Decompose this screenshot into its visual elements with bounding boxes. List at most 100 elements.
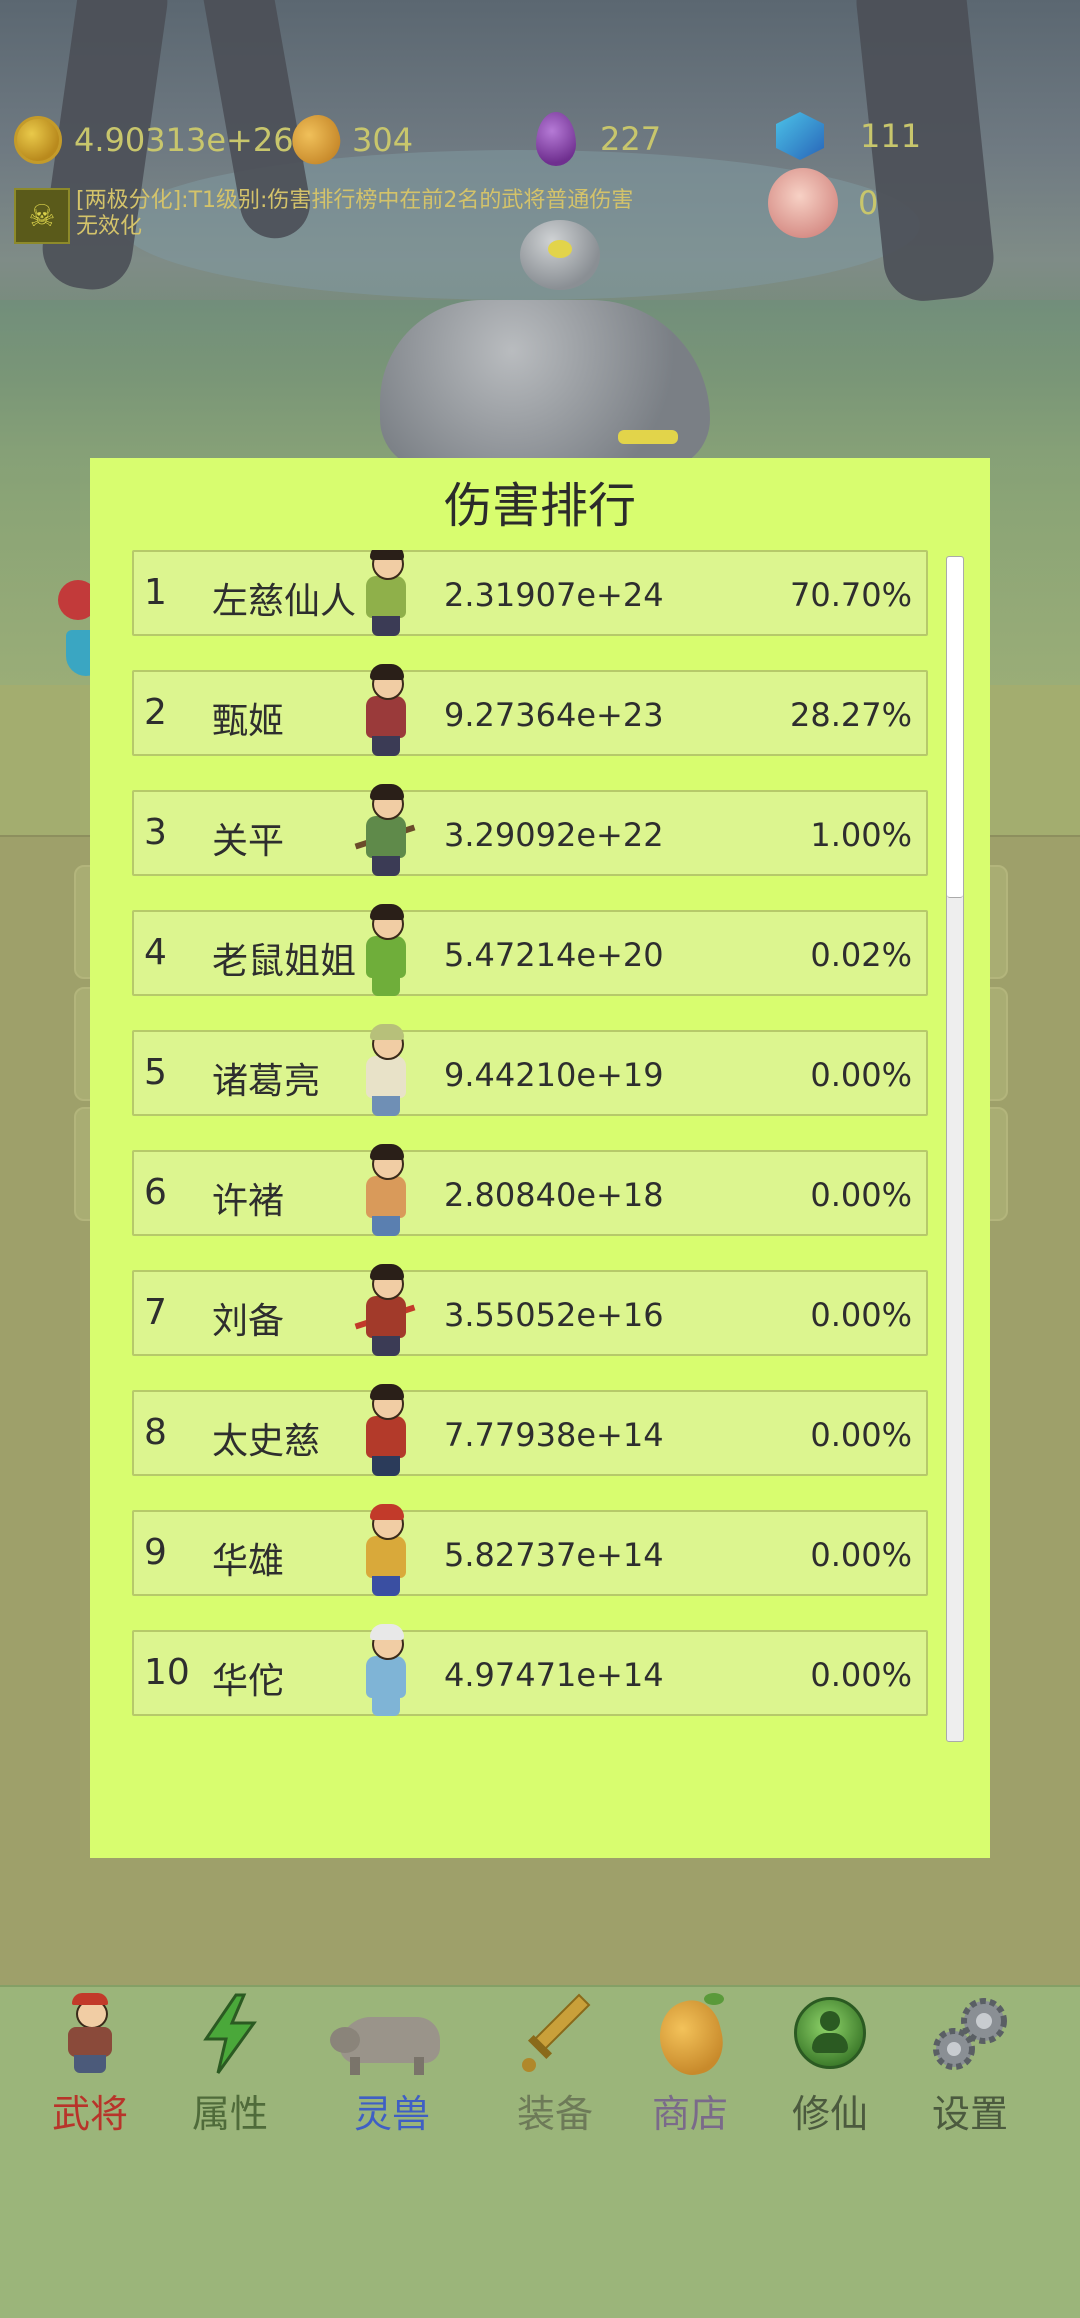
- hero-portrait-icon: [354, 1504, 416, 1600]
- table-row[interactable]: 5 诸葛亮 9.44210e+19 0.00%: [132, 1024, 928, 1116]
- damage-percent: 28.27%: [789, 696, 912, 734]
- peach-value: 0: [858, 184, 879, 222]
- damage-value: 2.31907e+24: [444, 576, 664, 614]
- hero-name: 左慈仙人: [212, 581, 357, 622]
- table-row[interactable]: 2 甄姬 9.27364e+23 28.27%: [132, 664, 928, 756]
- damage-ranking-dialog: 伤害排行 1 左慈仙人 2.31907e+24 70.70% 2 甄姬 9.27…: [90, 458, 990, 1858]
- rank-number: 3: [144, 812, 167, 853]
- tab-spirit-beasts[interactable]: 灵兽: [322, 1987, 462, 2137]
- damage-percent: 1.00%: [810, 816, 912, 854]
- damage-percent: 0.00%: [810, 1656, 912, 1694]
- tab-label: 修仙: [791, 2092, 868, 2136]
- tab-attributes[interactable]: 属性: [160, 1987, 300, 2137]
- buff-notice-text: [两极分化]:T1级别:伤害排行榜中在前2名的武将普通伤害无效化: [76, 188, 634, 239]
- hero-portrait-icon: [354, 1384, 416, 1480]
- buff-icon: ☠: [14, 188, 70, 244]
- buff-notice: ☠ [两极分化]:T1级别:伤害排行榜中在前2名的武将普通伤害无效化: [14, 188, 636, 244]
- rank-number: 2: [144, 692, 167, 733]
- tab-label: 武将: [51, 2092, 128, 2136]
- hero-portrait-icon: [354, 784, 416, 880]
- rank-number: 8: [144, 1412, 167, 1453]
- potion-counter: 227: [536, 112, 661, 166]
- tab-label: 设置: [931, 2092, 1008, 2136]
- rank-number: 7: [144, 1292, 167, 1333]
- gear-icon: [926, 1993, 1016, 2075]
- damage-percent: 0.00%: [810, 1416, 912, 1454]
- damage-percent: 0.00%: [810, 1056, 912, 1094]
- scrollbar[interactable]: [946, 556, 964, 1742]
- hero-name: 太史慈: [212, 1421, 321, 1462]
- damage-value: 3.55052e+16: [444, 1296, 664, 1334]
- hero-portrait-icon: [354, 664, 416, 760]
- rank-number: 4: [144, 932, 167, 973]
- hero-name: 许褚: [212, 1181, 285, 1222]
- meditation-icon: [794, 1993, 866, 2075]
- hero-portrait-icon: [354, 1024, 416, 1120]
- tab-label: 灵兽: [353, 2092, 430, 2136]
- gold-value: 4.90313e+26: [74, 121, 294, 159]
- tab-label: 属性: [191, 2092, 268, 2136]
- hero-portrait-icon: [354, 550, 416, 640]
- warrior-icon: [54, 1993, 126, 2075]
- mango-counter: 304: [285, 109, 414, 171]
- lightning-icon: [194, 1993, 266, 2075]
- table-row[interactable]: 8 太史慈 7.77938e+14 0.00%: [132, 1384, 928, 1476]
- hero-portrait-icon: [354, 1624, 416, 1720]
- damage-percent: 0.00%: [810, 1176, 912, 1214]
- peach-icon: [768, 168, 838, 238]
- damage-value: 9.27364e+23: [444, 696, 664, 734]
- table-row[interactable]: 7 刘备 3.55052e+16 0.00%: [132, 1264, 928, 1356]
- hero-portrait-icon: [354, 1264, 416, 1360]
- blue-gem-icon: [776, 112, 824, 160]
- table-row[interactable]: 6 许褚 2.80840e+18 0.00%: [132, 1144, 928, 1236]
- potion-value: 227: [600, 120, 662, 158]
- damage-value: 5.47214e+20: [444, 936, 664, 974]
- damage-percent: 70.70%: [789, 576, 912, 614]
- table-row[interactable]: 10 华佗 4.97471e+14 0.00%: [132, 1624, 928, 1716]
- table-row[interactable]: 9 华雄 5.82737e+14 0.00%: [132, 1504, 928, 1596]
- damage-percent: 0.00%: [810, 1536, 912, 1574]
- boar-icon: [330, 1993, 450, 2075]
- mango-shop-icon: [651, 1993, 731, 2082]
- hero-name: 甄姬: [212, 701, 285, 742]
- gold-coin-icon: [14, 116, 62, 164]
- rank-number: 6: [144, 1172, 167, 1213]
- gem-value: 111: [860, 117, 922, 155]
- hero-portrait-icon: [354, 904, 416, 1000]
- tab-label: 装备: [516, 2092, 593, 2136]
- damage-value: 5.82737e+14: [444, 1536, 664, 1574]
- tab-generals[interactable]: 武将: [20, 1987, 160, 2137]
- mango-icon: [285, 109, 347, 171]
- hero-name: 关平: [212, 821, 285, 862]
- damage-value: 2.80840e+18: [444, 1176, 664, 1214]
- purple-drop-icon: [536, 112, 576, 166]
- rank-number: 9: [144, 1532, 167, 1573]
- tab-settings[interactable]: 设置: [900, 1987, 1040, 2137]
- hero-portrait-icon: [354, 1144, 416, 1240]
- tab-cultivation[interactable]: 修仙: [760, 1987, 900, 2137]
- peach-counter: 0: [768, 168, 878, 238]
- sword-icon: [519, 1993, 591, 2075]
- scrollbar-thumb[interactable]: [947, 557, 963, 898]
- tab-equipment[interactable]: 装备: [485, 1987, 625, 2137]
- tab-label: 商店: [651, 2092, 728, 2136]
- rank-number: 5: [144, 1052, 167, 1093]
- tab-shop[interactable]: 商店: [620, 1987, 760, 2137]
- mango-value: 304: [352, 121, 414, 159]
- damage-percent: 0.00%: [810, 1296, 912, 1334]
- table-row[interactable]: 3 关平 3.29092e+22 1.00%: [132, 784, 928, 876]
- hero-name: 刘备: [212, 1301, 285, 1342]
- table-row[interactable]: 1 左慈仙人 2.31907e+24 70.70%: [132, 550, 928, 636]
- damage-value: 3.29092e+22: [444, 816, 664, 854]
- ranking-list[interactable]: 1 左慈仙人 2.31907e+24 70.70% 2 甄姬 9.27364e+…: [132, 550, 932, 1740]
- dialog-title: 伤害排行: [443, 478, 636, 534]
- table-row[interactable]: 4 老鼠姐姐 5.47214e+20 0.02%: [132, 904, 928, 996]
- damage-value: 4.97471e+14: [444, 1656, 664, 1694]
- hero-name: 华雄: [212, 1541, 285, 1582]
- boss-robot: [370, 210, 720, 470]
- hero-name: 老鼠姐姐: [212, 941, 357, 982]
- damage-percent: 0.02%: [810, 936, 912, 974]
- damage-value: 9.44210e+19: [444, 1056, 664, 1094]
- bottom-nav: 武将 属性 灵兽 装备 商店 修仙 设置: [0, 1985, 1080, 2318]
- hero-name: 诸葛亮: [212, 1061, 321, 1102]
